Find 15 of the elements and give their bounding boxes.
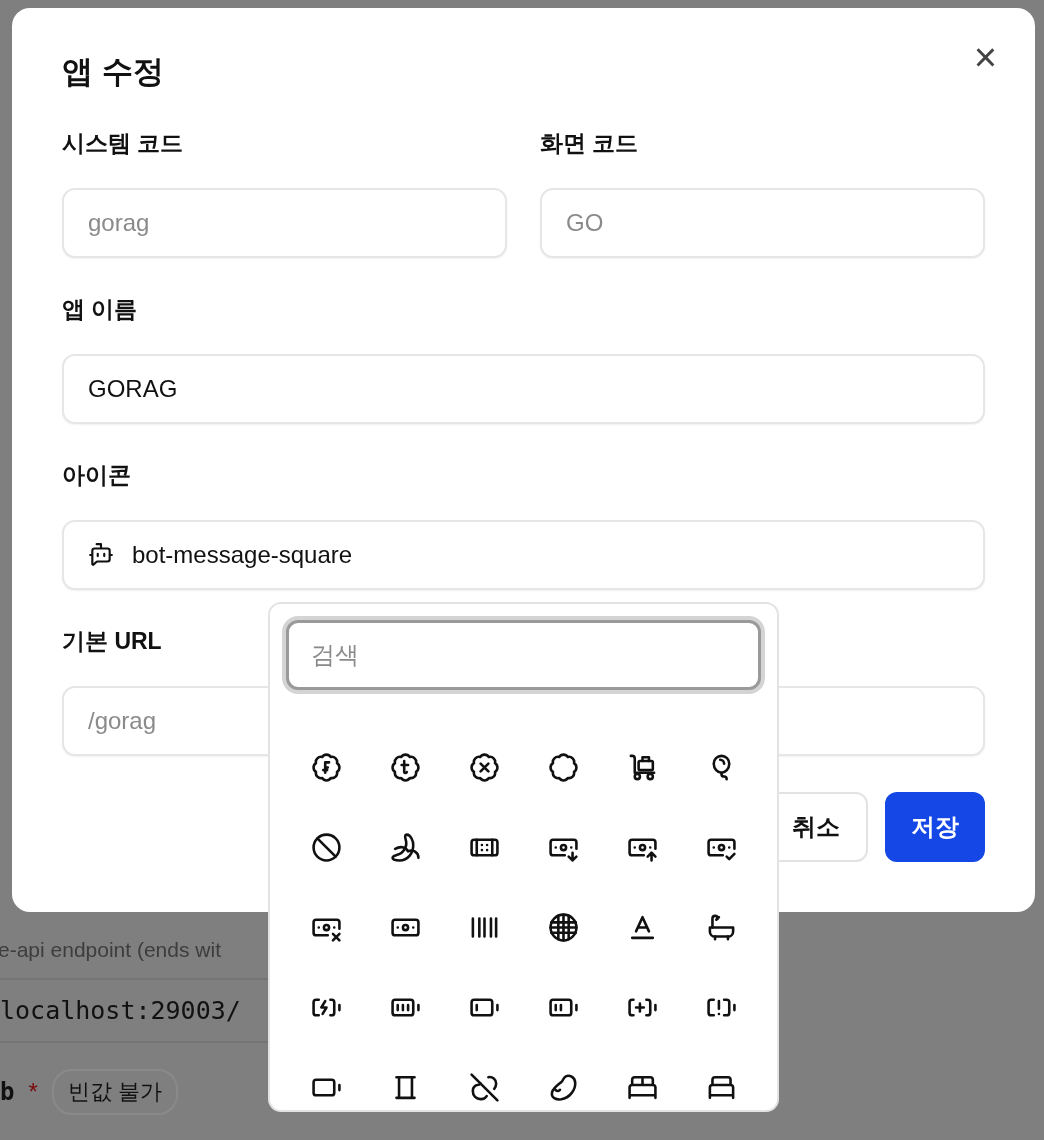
field-label: 아이콘 <box>62 461 132 490</box>
field-label: 앱 이름 <box>62 295 139 324</box>
dialog-title: 앱 수정 <box>62 53 164 91</box>
field-label: 시스템 코드 <box>62 129 185 158</box>
required-mark: * <box>28 1078 38 1106</box>
field-label: b <box>0 1078 15 1106</box>
save-button[interactable]: 저장 <box>885 792 985 862</box>
text-field[interactable]: GORAG <box>62 354 985 424</box>
search-field[interactable]: 검색 <box>286 620 761 690</box>
icon-select-field[interactable]: bot-message-square <box>62 520 985 590</box>
field-label: 화면 코드 <box>540 129 640 158</box>
bot-message-icon <box>88 542 114 568</box>
nullable-tag: 빈값 불가 <box>51 1069 178 1115</box>
close-button[interactable]: × <box>973 37 997 77</box>
endpoint-value: localhost:29003/ <box>0 996 242 1025</box>
